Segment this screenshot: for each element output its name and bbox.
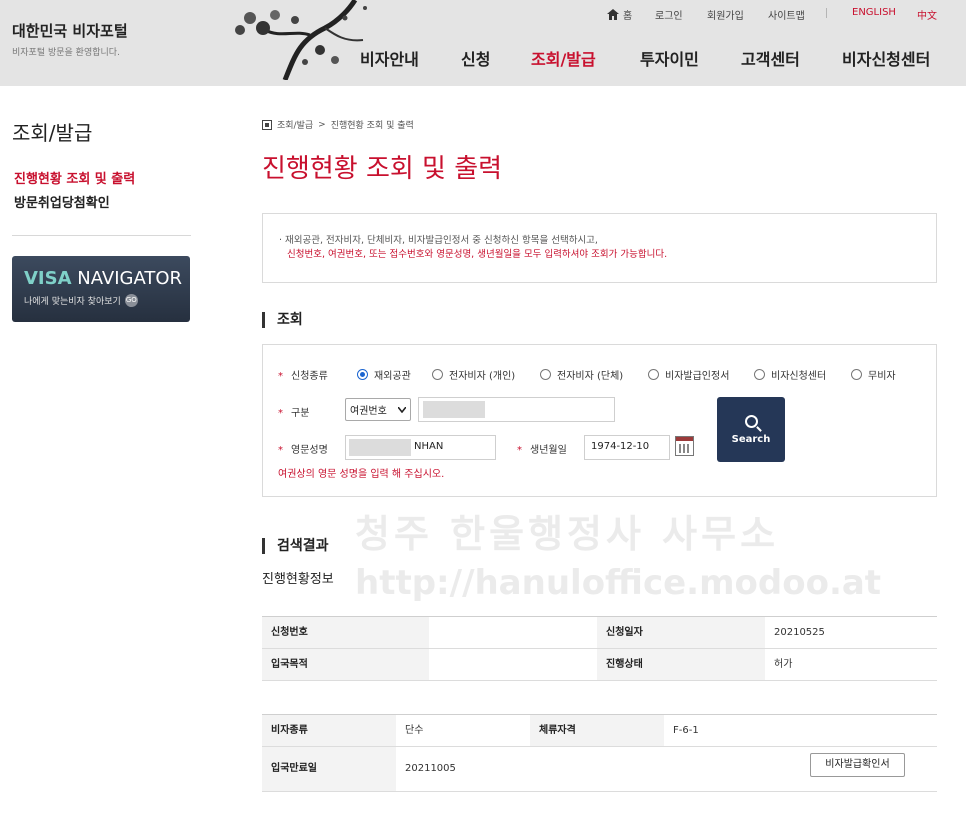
gnb-inquiry-issue[interactable]: 조회/발급 [531,46,596,70]
util-chinese-link[interactable]: 中文 [917,7,937,22]
status-value: 허가 [765,649,937,680]
home-icon [607,9,619,20]
util-english-link[interactable]: ENGLISH [852,7,896,18]
redacted-passport [423,401,485,418]
radio-dot [540,369,551,380]
radio-dot [648,369,659,380]
util-home-link[interactable]: 홈 [607,7,632,22]
result-section-title: 검색결과 [262,538,329,554]
visa-navigator-banner[interactable]: VISA NAVIGATOR 나에게 맞는비자 찾아보기 GO [12,256,190,322]
visa-navigator-title: VISA NAVIGATOR [24,268,183,289]
app-no-value [429,617,597,648]
table-row: 비자종류 단수 체류자격 F-6-1 [262,715,937,747]
name-hint: 여권상의 영문 성명을 입력 해 주십시오. [278,469,445,480]
table-row: 입국만료일 20211005 비자발급확인서 [262,747,937,792]
purpose-label: 입국목적 [262,649,429,680]
visa-table: 비자종류 단수 체류자격 F-6-1 입국만료일 20211005 비자발급확인… [262,714,937,792]
breadcrumb-parent[interactable]: 조회/발급 [277,118,313,131]
expiry-value: 20211005 [396,747,530,791]
birthdate-label: * 생년월일 [517,445,567,456]
search-form: * 신청종류 재외공관 전자비자 (개인) 전자비자 (단체) 비자발급인정서 비… [262,344,937,497]
search-icon [744,414,758,428]
radio-dot [432,369,443,380]
search-button[interactable]: Search [717,397,785,462]
sidebar-title: 조회/발급 [12,121,93,145]
site-header: 대한민국 비자포털 비자포털 방문을 환영합니다. 홈 로그인 회원가입 사이트… [0,0,966,86]
site-subtitle: 비자포털 방문을 환영합니다. [12,48,120,58]
expiry-label: 입국만료일 [262,747,396,791]
stay-status-value: F-6-1 [664,715,801,746]
category-select[interactable]: 여권번호 [345,398,411,421]
notice-line-2: 신청번호, 여권번호, 또는 접수번호와 영문성명, 생년월일을 모두 입력하셔… [287,249,668,260]
visa-type-label: 비자종류 [262,715,396,746]
sidebar-item-status-inquiry[interactable]: 진행현황 조회 및 출력 [14,168,135,187]
redacted-name [349,439,411,456]
home-box-icon[interactable] [262,119,272,130]
radio-visa-free[interactable]: 무비자 [851,367,896,382]
table-row: 신청번호 신청일자 20210525 [262,617,937,649]
breadcrumb-current: 진행현황 조회 및 출력 [330,121,414,131]
gnb-customer-center[interactable]: 고객센터 [741,46,800,70]
notice-box: · 재외공관, 전자비자, 단체비자, 비자발급인정서 중 신청하신 항목을 선… [262,213,937,283]
go-icon: GO [124,294,138,307]
app-date-value: 20210525 [765,617,937,648]
birthdate-input[interactable]: 1974-12-10 [584,435,670,460]
radio-dot [851,369,862,380]
site-title[interactable]: 대한민국 비자포털 [12,20,128,41]
notice-line-1: · 재외공관, 전자비자, 단체비자, 비자발급인정서 중 신청하신 항목을 선… [279,235,598,246]
sidebar-divider [12,235,191,236]
watermark-url: http://hanuloffice.modoo.at [355,563,882,603]
radio-evisa-group[interactable]: 전자비자 (단체) [540,367,623,382]
radio-embassy[interactable]: 재외공관 [357,367,411,382]
app-date-label: 신청일자 [597,617,765,648]
util-home-label: 홈 [623,11,633,22]
english-name-label: * 영문성명 [278,445,328,456]
radio-dot [754,369,765,380]
purpose-value [429,649,597,680]
category-label: * 구분 [278,408,310,419]
result-subtitle: 진행현황정보 [262,572,334,587]
radio-dot [357,369,368,380]
breadcrumb: 조회/발급 > 진행현황 조회 및 출력 [262,118,414,131]
table-row: 입국목적 진행상태 허가 [262,649,937,681]
chevron-down-icon [398,406,406,413]
gnb-visa-guide[interactable]: 비자안내 [360,46,419,70]
util-login-link[interactable]: 로그인 [655,7,683,22]
type-label: * 신청종류 [278,371,328,382]
app-no-label: 신청번호 [262,617,429,648]
search-section-title: 조회 [262,312,303,328]
breadcrumb-separator: > [318,119,326,130]
sidebar-item-visit-employment[interactable]: 방문취업당첨확인 [14,192,110,211]
search-button-label: Search [731,433,771,445]
visa-navigator-subtitle: 나에게 맞는비자 찾아보기 GO [24,294,138,307]
visa-confirmation-button[interactable]: 비자발급확인서 [810,753,905,777]
gnb-apply[interactable]: 신청 [461,46,490,70]
radio-visa-center[interactable]: 비자신청센터 [754,367,826,382]
status-label: 진행상태 [597,649,765,680]
radio-visa-certificate[interactable]: 비자발급인정서 [648,367,729,382]
radio-evisa-individual[interactable]: 전자비자 (개인) [432,367,515,382]
status-table: 신청번호 신청일자 20210525 입국목적 진행상태 허가 [262,616,937,681]
gnb-visa-application-center[interactable]: 비자신청센터 [842,46,930,70]
util-sitemap-link[interactable]: 사이트맵 [768,7,805,22]
visa-type-value: 단수 [396,715,530,746]
page-title: 진행현황 조회 및 출력 [262,154,503,184]
util-signup-link[interactable]: 회원가입 [707,7,744,22]
calendar-icon[interactable] [675,436,694,456]
watermark-office-name: 청주 한울행정사 사무소 [355,512,780,556]
stay-status-label: 체류자격 [530,715,664,746]
ink-painting-decoration [235,0,367,80]
util-divider [826,8,827,18]
gnb-investment-immigration[interactable]: 투자이민 [640,46,699,70]
